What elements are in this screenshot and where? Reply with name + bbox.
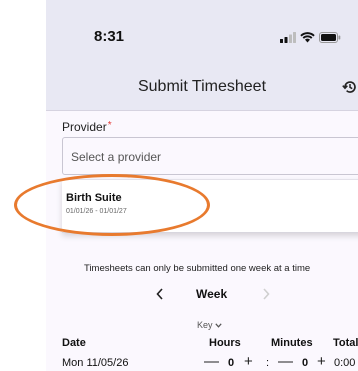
hours-value[interactable]: 0 bbox=[228, 357, 234, 369]
key-label: Key bbox=[197, 320, 213, 330]
provider-option-dates: 01/01/26 - 01/01/27 bbox=[66, 208, 127, 215]
wifi-icon bbox=[300, 31, 315, 42]
status-bar: 8:31 bbox=[46, 0, 358, 64]
history-icon[interactable] bbox=[342, 79, 358, 95]
provider-label: Provider* bbox=[62, 120, 112, 134]
column-header-total: Total bbox=[333, 337, 358, 349]
hours-plus-button[interactable]: + bbox=[244, 354, 253, 370]
minutes-minus-button[interactable]: — bbox=[278, 354, 293, 370]
required-marker: * bbox=[107, 120, 112, 131]
app-header: Submit Timesheet bbox=[46, 64, 358, 111]
time-separator: : bbox=[266, 357, 270, 369]
status-time: 8:31 bbox=[94, 28, 125, 45]
info-text: Timesheets can only be submitted one wee… bbox=[84, 263, 311, 274]
week-label: Week bbox=[196, 287, 228, 301]
signal-icon bbox=[280, 31, 296, 43]
page-title: Submit Timesheet bbox=[137, 78, 267, 95]
next-week-button[interactable] bbox=[262, 287, 270, 305]
column-header-hours: Hours bbox=[209, 337, 241, 349]
phone-screen: 8:31 Submit Timesheet Provider* Select a… bbox=[46, 0, 358, 371]
battery-icon bbox=[319, 31, 341, 43]
hours-minus-button[interactable]: — bbox=[204, 354, 219, 370]
column-header-date: Date bbox=[62, 337, 86, 349]
provider-dropdown-menu: Birth Suite 01/01/26 - 01/01/27 bbox=[62, 179, 358, 233]
provider-select-placeholder: Select a provider bbox=[71, 150, 162, 164]
row-total: 0:00 bbox=[334, 357, 356, 369]
status-icons bbox=[280, 31, 341, 43]
provider-select[interactable]: Select a provider bbox=[62, 137, 358, 175]
chevron-right-icon bbox=[263, 288, 270, 300]
key-toggle[interactable]: Key bbox=[197, 320, 222, 330]
chevron-down-icon bbox=[214, 322, 222, 328]
previous-week-button[interactable] bbox=[156, 287, 164, 305]
chevron-left-icon bbox=[156, 288, 163, 300]
row-date: Mon 11/05/26 bbox=[62, 357, 129, 369]
minutes-plus-button[interactable]: + bbox=[317, 354, 326, 370]
column-header-minutes: Minutes bbox=[271, 337, 313, 349]
minutes-value[interactable]: 0 bbox=[302, 357, 308, 369]
provider-option-name: Birth Suite bbox=[66, 192, 122, 204]
